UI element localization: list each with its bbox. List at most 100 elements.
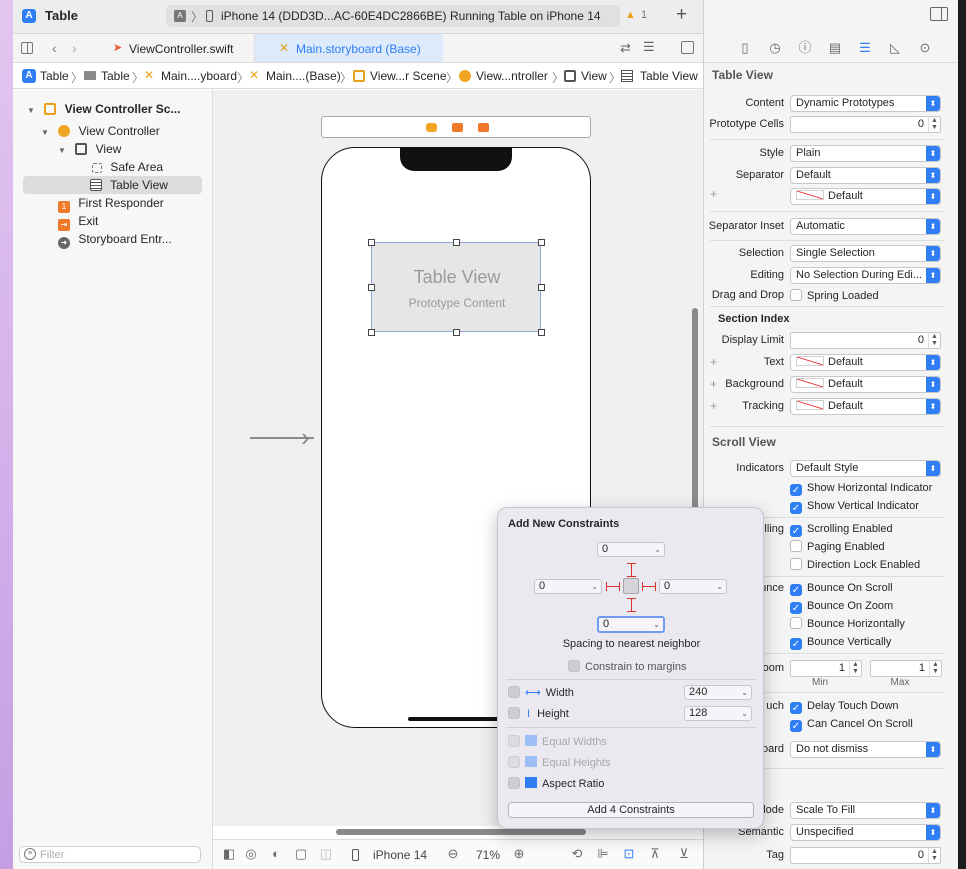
- resize-handle[interactable]: [368, 329, 375, 336]
- tab-viewcontroller-swift[interactable]: ➤ ViewController.swift: [99, 34, 255, 62]
- warning-icon[interactable]: ▲: [625, 9, 636, 21]
- editor-options-icon[interactable]: ☰: [643, 39, 655, 55]
- outline-item-first-responder[interactable]: 1 First Responder: [58, 194, 164, 213]
- height-checkbox[interactable]: I Height: [508, 707, 569, 721]
- resize-handle[interactable]: [368, 284, 375, 291]
- constrain-margins-checkbox[interactable]: Constrain to margins: [568, 660, 687, 674]
- show-vertical-checkbox[interactable]: ✓ Show Vertical Indicator: [790, 499, 919, 514]
- history-icon[interactable]: ◷: [767, 40, 783, 56]
- outline-toggle-icon[interactable]: ◧: [222, 846, 236, 862]
- identity-icon[interactable]: ▤: [827, 40, 843, 56]
- bounce-scroll-checkbox[interactable]: ✓ Bounce On Scroll: [790, 581, 893, 596]
- text-color-popup[interactable]: Default ⬍: [790, 354, 941, 371]
- aspect-ratio-checkbox[interactable]: Aspect Ratio: [508, 777, 604, 791]
- trailing-constraint-strut[interactable]: [642, 586, 656, 587]
- content-mode-popup[interactable]: Scale To Fill ⬍: [790, 802, 941, 819]
- section-header-scroll-view[interactable]: Scroll View: [712, 435, 776, 449]
- outline-item-view-controller[interactable]: ▼ View Controller: [41, 122, 160, 140]
- equal-widths-checkbox[interactable]: Equal Widths: [508, 735, 607, 749]
- activity-view[interactable]: A 〉 iPhone 14 (DDD3D...AC-60E4DC2866BE) …: [166, 5, 620, 27]
- split-icon[interactable]: ◫: [319, 846, 333, 862]
- outline-item-storyboard-entry[interactable]: ➜ Storyboard Entr...: [58, 230, 172, 249]
- resize-handle[interactable]: [538, 284, 545, 291]
- outline-item-table-view[interactable]: Table View: [90, 176, 168, 194]
- width-value-field[interactable]: 240 ⌄: [684, 685, 752, 700]
- background-popup[interactable]: Default ⬍: [790, 376, 941, 393]
- tracking-popup[interactable]: Default ⬍: [790, 398, 941, 415]
- add-constraints-icon[interactable]: ⊡: [621, 846, 637, 862]
- trailing-spacing-field[interactable]: 0 ⌄: [659, 579, 727, 594]
- resolve-issues-icon[interactable]: ⊼: [647, 846, 663, 862]
- breadcrumb-item[interactable]: View: [581, 69, 607, 83]
- resize-handle[interactable]: [453, 329, 460, 336]
- accessibility-icon[interactable]: ◎: [244, 846, 258, 862]
- horizontal-scrollbar[interactable]: [336, 829, 586, 835]
- delay-touch-checkbox[interactable]: ✓ Delay Touch Down: [790, 699, 899, 714]
- paging-enabled-checkbox[interactable]: Paging Enabled: [790, 540, 885, 554]
- swap-icon[interactable]: ⇄: [620, 40, 631, 56]
- separator-color-popup[interactable]: Default ⬍: [790, 188, 941, 205]
- tab-main-storyboard[interactable]: ✕ Main.storyboard (Base): [255, 34, 443, 62]
- align-icon[interactable]: ⊫: [595, 846, 611, 862]
- tag-field[interactable]: 0 ▲ ▼: [790, 847, 941, 864]
- resize-handle[interactable]: [538, 329, 545, 336]
- help-icon[interactable]: ⓘ: [797, 40, 813, 56]
- outline-item-exit[interactable]: ⇥ Exit: [58, 212, 98, 231]
- style-popup[interactable]: Plain ⬍: [790, 145, 941, 162]
- indicators-popup[interactable]: Default Style ⬍: [790, 460, 941, 477]
- breadcrumb-item[interactable]: Main....(Base): [266, 69, 341, 83]
- add-editor-icon[interactable]: [681, 41, 694, 54]
- separator-popup[interactable]: Default ⬍: [790, 167, 941, 184]
- cancel-scroll-checkbox[interactable]: ✓ Can Cancel On Scroll: [790, 717, 913, 732]
- outline-item-view[interactable]: ▼ View: [58, 140, 121, 158]
- outline-item-scene[interactable]: ▼ View Controller Sc...: [27, 100, 180, 118]
- add-icon[interactable]: +: [676, 4, 687, 26]
- connections-icon[interactable]: ⊙: [917, 40, 933, 56]
- zoom-out-icon[interactable]: ⊖: [445, 846, 461, 862]
- editing-popup[interactable]: No Selection During Edi... ⬍: [790, 267, 941, 284]
- display-limit-field[interactable]: 0 ▲ ▼: [790, 332, 941, 349]
- leading-constraint-strut[interactable]: [606, 586, 620, 587]
- breadcrumb-item[interactable]: Table View: [640, 69, 698, 83]
- appearance-icon[interactable]: ◐: [269, 846, 283, 862]
- bounce-horizontally-checkbox[interactable]: Bounce Horizontally: [790, 617, 905, 631]
- separator-inset-popup[interactable]: Automatic ⬍: [790, 218, 941, 235]
- table-view-placeholder[interactable]: Table View Prototype Content: [368, 239, 545, 336]
- section-header-table-view[interactable]: Table View: [712, 68, 773, 82]
- scene-dock[interactable]: [321, 116, 591, 138]
- top-constraint-strut[interactable]: [631, 563, 632, 577]
- file-inspector-icon[interactable]: ▯: [737, 40, 753, 56]
- bounce-vertically-checkbox[interactable]: ✓ Bounce Vertically: [790, 635, 891, 650]
- spring-loaded-checkbox[interactable]: Spring Loaded: [790, 289, 879, 303]
- first-responder-icon[interactable]: [452, 123, 463, 132]
- orientation-icon[interactable]: ▢: [294, 846, 308, 862]
- top-spacing-field[interactable]: 0 ⌄: [597, 542, 665, 557]
- resize-handle[interactable]: [538, 239, 545, 246]
- leading-spacing-field[interactable]: 0 ⌄: [534, 579, 602, 594]
- breadcrumb-item[interactable]: Table: [40, 69, 69, 83]
- semantic-popup[interactable]: Unspecified ⬍: [790, 824, 941, 841]
- zoom-min-field[interactable]: 1 ▲ ▼: [790, 660, 862, 677]
- zoom-in-icon[interactable]: ⊕: [511, 846, 527, 862]
- equal-heights-checkbox[interactable]: Equal Heights: [508, 756, 611, 770]
- embed-in-icon[interactable]: ⊻: [676, 846, 692, 862]
- outline-item-safe-area[interactable]: Safe Area: [92, 158, 163, 176]
- update-frames-icon[interactable]: ⟲: [569, 846, 585, 862]
- keyboard-popup[interactable]: Do not dismiss ⬍: [790, 741, 941, 758]
- size-icon[interactable]: ◺: [887, 40, 903, 56]
- attributes-icon[interactable]: ☰: [857, 40, 873, 56]
- stepper-icon[interactable]: ▲ ▼: [928, 333, 940, 348]
- content-popup[interactable]: Dynamic Prototypes ⬍: [790, 95, 941, 112]
- breadcrumb-item[interactable]: View...r Scene: [370, 69, 447, 83]
- stepper-icon[interactable]: ▲ ▼: [928, 117, 940, 132]
- stepper-icon[interactable]: ▲ ▼: [928, 848, 940, 863]
- run-destination[interactable]: iPhone 14 (DDD3D...AC-60E4DC2866BE): [221, 9, 446, 23]
- direction-lock-checkbox[interactable]: Direction Lock Enabled: [790, 558, 920, 572]
- prototype-cells-field[interactable]: 0 ▲ ▼: [790, 116, 941, 133]
- device-selector[interactable]: iPhone 14: [373, 848, 427, 862]
- bottom-constraint-strut[interactable]: [631, 598, 632, 612]
- inspector-toggle-icon[interactable]: [930, 7, 948, 21]
- add-constraints-button[interactable]: Add 4 Constraints: [508, 802, 754, 818]
- breadcrumb-item[interactable]: View...ntroller: [476, 69, 548, 83]
- zoom-max-field[interactable]: 1 ▲ ▼: [870, 660, 942, 677]
